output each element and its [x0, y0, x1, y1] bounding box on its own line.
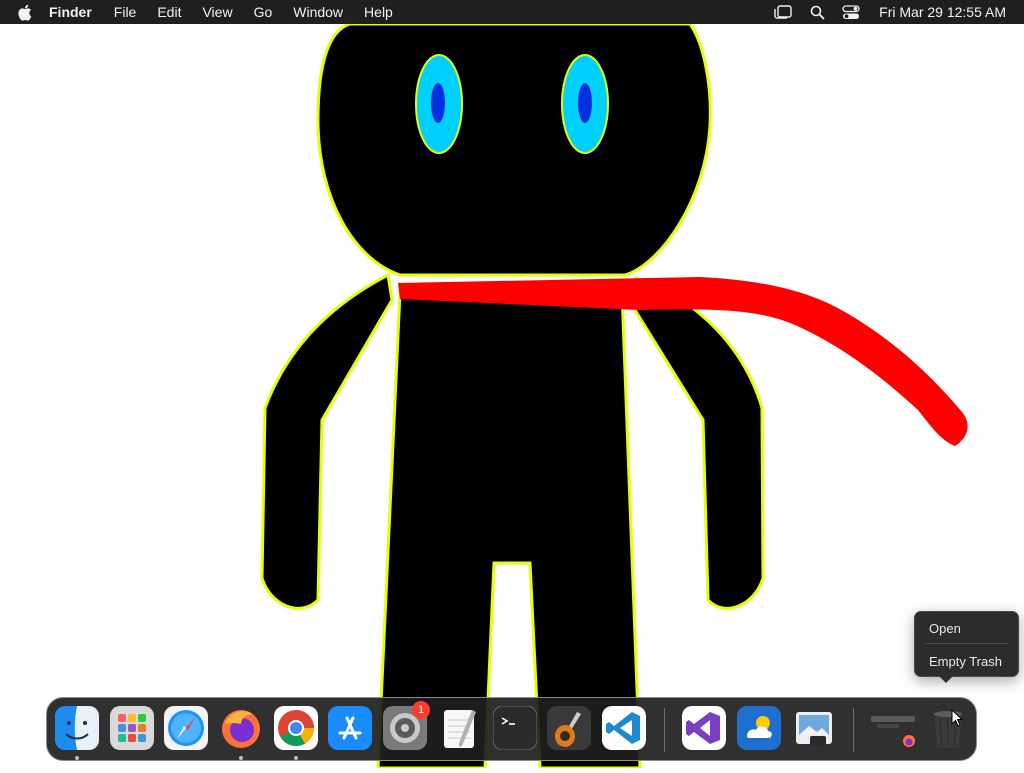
trash-icon[interactable] [926, 706, 970, 750]
apple-menu-icon[interactable] [17, 0, 37, 24]
preview-icon[interactable] [792, 706, 836, 750]
terminal-icon[interactable] [493, 706, 537, 750]
garageband-icon[interactable] [547, 706, 591, 750]
running-indicator [75, 756, 79, 760]
mouse-cursor [951, 708, 964, 732]
safari-icon[interactable] [164, 706, 208, 750]
control-center-icon[interactable] [841, 4, 861, 20]
desktop-wallpaper [0, 22, 1024, 770]
stage-manager-icon[interactable] [773, 4, 793, 20]
weather-icon[interactable] [737, 706, 781, 750]
running-indicator [239, 756, 243, 760]
settings-icon[interactable]: 1 [383, 701, 430, 750]
notification-badge: 1 [412, 701, 430, 719]
menu-separator [925, 643, 1008, 644]
menu-file[interactable]: File [114, 0, 137, 24]
dock-separator [853, 708, 854, 752]
context-menu-arrow [938, 675, 954, 683]
menu-item-empty-trash[interactable]: Empty Trash [929, 654, 1002, 669]
menu-item-open[interactable]: Open [929, 621, 961, 636]
menu-help[interactable]: Help [364, 0, 393, 24]
left-pupil [431, 83, 445, 123]
menu-edit[interactable]: Edit [157, 0, 181, 24]
dock-separator [664, 708, 665, 752]
textedit-icon[interactable] [438, 706, 482, 750]
menu-app-name[interactable]: Finder [49, 0, 92, 24]
menu-view[interactable]: View [202, 0, 232, 24]
chrome-icon[interactable] [274, 706, 318, 750]
stick-figure-drawing [260, 22, 968, 770]
menu-bar: Finder File Edit View Go Window Help Fri… [0, 0, 1024, 24]
app-store-icon[interactable] [328, 706, 372, 750]
left-arm [260, 272, 394, 610]
finder-icon[interactable] [55, 706, 99, 750]
visual-studio-icon[interactable] [682, 706, 726, 750]
running-indicator [294, 756, 298, 760]
menu-clock[interactable]: Fri Mar 29 12:55 AM [879, 4, 1006, 20]
right-arm [633, 275, 765, 610]
trash-context-menu: Open Empty Trash [914, 611, 1019, 677]
vscode-icon[interactable] [602, 706, 646, 750]
spotlight-search-icon[interactable] [807, 4, 827, 20]
downloads-stack-icon[interactable] [871, 706, 915, 750]
launchpad-icon[interactable] [110, 706, 154, 750]
head [316, 22, 712, 277]
firefox-icon[interactable] [219, 706, 263, 750]
dock: 1 [46, 697, 977, 761]
menu-go[interactable]: Go [254, 0, 273, 24]
right-pupil [578, 83, 592, 123]
menu-window[interactable]: Window [293, 0, 343, 24]
